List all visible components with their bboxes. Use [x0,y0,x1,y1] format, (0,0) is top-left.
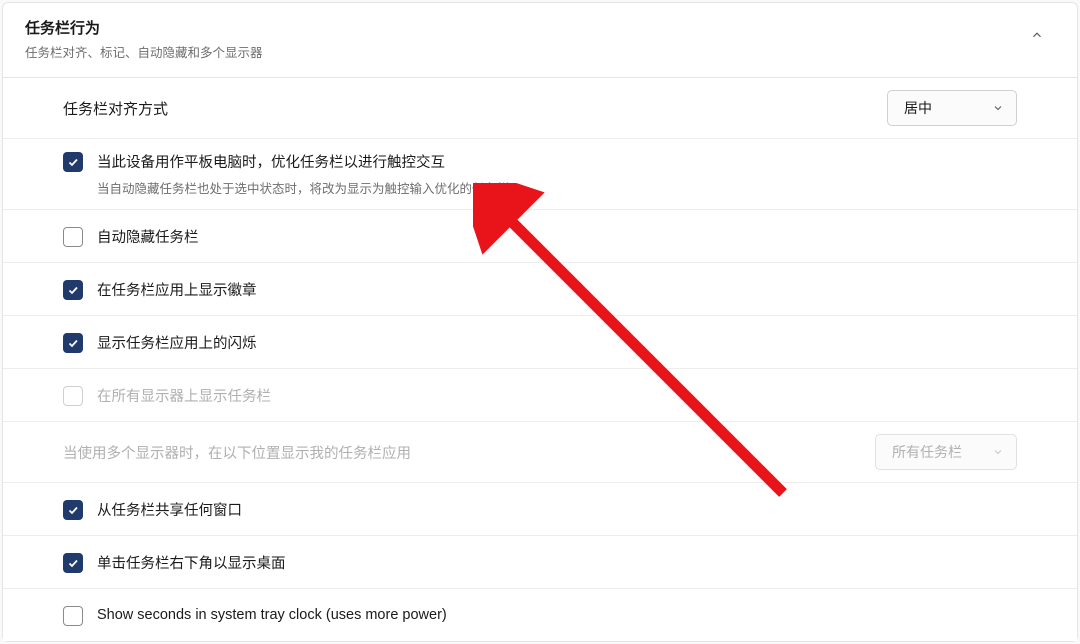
row-tablet-optimize: 当此设备用作平板电脑时，优化任务栏以进行触控交互 当自动隐藏任务栏也处于选中状态… [3,138,1077,209]
row-all-displays: 在所有显示器上显示任务栏 [3,368,1077,421]
multi-display-label: 当使用多个显示器时，在以下位置显示我的任务栏应用 [63,442,411,463]
autohide-label: 自动隐藏任务栏 [97,226,199,247]
row-share-window: 从任务栏共享任何窗口 [3,482,1077,535]
chevron-down-icon [992,102,1004,114]
row-taskbar-alignment: 任务栏对齐方式 居中 [3,77,1077,138]
taskbar-behaviors-panel: 任务栏行为 任务栏对齐、标记、自动隐藏和多个显示器 任务栏对齐方式 居中 当 [2,2,1078,642]
show-desktop-label: 单击任务栏右下角以显示桌面 [97,552,286,573]
all-displays-label: 在所有显示器上显示任务栏 [97,385,271,406]
badges-label: 在任务栏应用上显示徽章 [97,279,257,300]
show-seconds-label: Show seconds in system tray clock (uses … [97,607,447,623]
collapse-chevron-icon[interactable] [1019,17,1055,53]
panel-title: 任务栏行为 [25,17,263,38]
row-show-seconds: Show seconds in system tray clock (uses … [3,588,1077,641]
share-window-label: 从任务栏共享任何窗口 [97,499,242,520]
alignment-label: 任务栏对齐方式 [63,98,168,119]
panel-header[interactable]: 任务栏行为 任务栏对齐、标记、自动隐藏和多个显示器 [3,3,1077,77]
row-badges: 在任务栏应用上显示徽章 [3,262,1077,315]
chevron-down-icon [992,446,1004,458]
panel-subtitle: 任务栏对齐、标记、自动隐藏和多个显示器 [25,42,263,61]
flashing-label: 显示任务栏应用上的闪烁 [97,332,257,353]
row-left: 当此设备用作平板电脑时，优化任务栏以进行触控交互 当自动隐藏任务栏也处于选中状态… [63,151,1017,197]
row-multi-display: 当使用多个显示器时，在以下位置显示我的任务栏应用 所有任务栏 [3,421,1077,482]
tablet-checkbox[interactable] [63,152,83,172]
row-left: 任务栏对齐方式 [63,98,887,119]
row-show-desktop: 单击任务栏右下角以显示桌面 [3,535,1077,588]
all-displays-checkbox [63,386,83,406]
alignment-dropdown-value: 居中 [904,98,932,118]
multi-display-dropdown: 所有任务栏 [875,434,1017,470]
tablet-label: 当此设备用作平板电脑时，优化任务栏以进行触控交互 [97,151,510,172]
alignment-dropdown[interactable]: 居中 [887,90,1017,126]
multi-display-dropdown-value: 所有任务栏 [892,442,962,462]
show-seconds-checkbox[interactable] [63,606,83,626]
tablet-sublabel: 当自动隐藏任务栏也处于选中状态时，将改为显示为触控输入优化的任务栏 [97,178,510,197]
share-window-checkbox[interactable] [63,500,83,520]
flashing-checkbox[interactable] [63,333,83,353]
panel-header-text: 任务栏行为 任务栏对齐、标记、自动隐藏和多个显示器 [25,17,263,61]
row-flashing: 显示任务栏应用上的闪烁 [3,315,1077,368]
autohide-checkbox[interactable] [63,227,83,247]
badges-checkbox[interactable] [63,280,83,300]
row-autohide: 自动隐藏任务栏 [3,209,1077,262]
show-desktop-checkbox[interactable] [63,553,83,573]
